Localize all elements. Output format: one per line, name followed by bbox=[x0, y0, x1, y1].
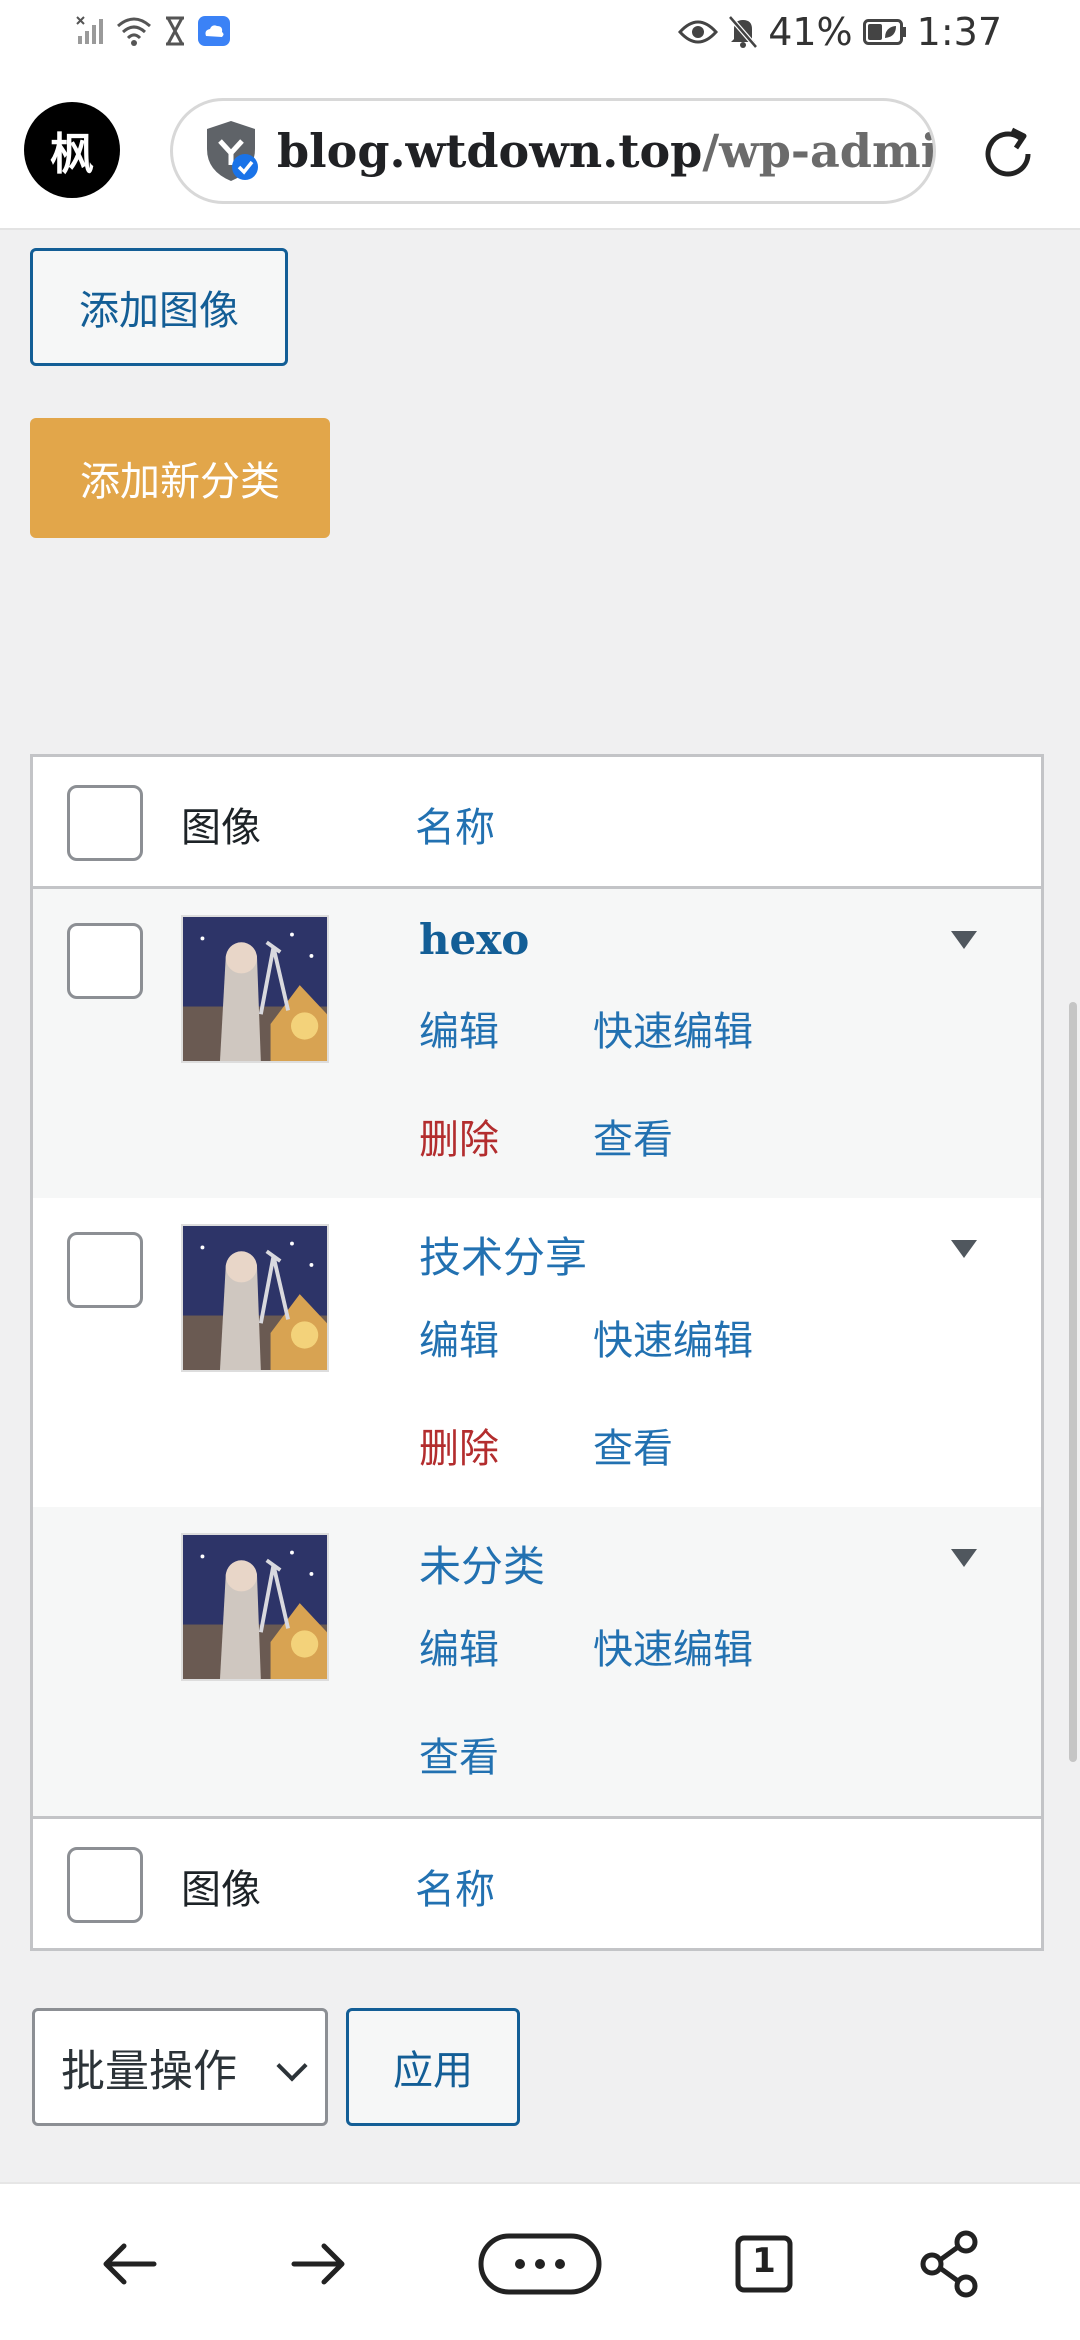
add-category-button[interactable]: 添加新分类 bbox=[30, 418, 330, 538]
url-host: blog.wtdown.top bbox=[277, 124, 703, 178]
hourglass-icon bbox=[166, 16, 184, 46]
column-footer-name[interactable]: 名称 bbox=[415, 1857, 495, 1915]
battery-saver-icon bbox=[862, 19, 906, 45]
url-text: blog.wtdown.top/wp-admin/ bbox=[277, 124, 933, 178]
delete-link[interactable]: 删除 bbox=[419, 1416, 499, 1474]
category-thumbnail bbox=[181, 1224, 329, 1372]
row-toggle-icon[interactable] bbox=[951, 1549, 977, 1567]
mute-bell-icon bbox=[728, 15, 759, 49]
page-content: 添加图像 添加新分类 图像 名称 hexo 编辑 快速编辑 删除 查看 技术分享… bbox=[0, 230, 1080, 2182]
forward-arrow-icon[interactable] bbox=[278, 2224, 358, 2304]
tab-count: 1 bbox=[752, 2241, 776, 2281]
eye-icon bbox=[678, 20, 719, 44]
reload-icon[interactable] bbox=[976, 122, 1040, 186]
column-footer-image: 图像 bbox=[181, 1867, 261, 1913]
browser-toolbar: 枫 blog.wtdown.top/wp-admin/ bbox=[0, 66, 1080, 230]
delete-link[interactable]: 删除 bbox=[419, 1107, 499, 1165]
site-logo[interactable]: 枫 bbox=[24, 102, 120, 198]
select-all-checkbox-footer[interactable] bbox=[67, 1847, 143, 1923]
address-bar[interactable]: blog.wtdown.top/wp-admin/ bbox=[170, 98, 936, 204]
edit-link[interactable]: 编辑 bbox=[419, 1617, 499, 1675]
view-link[interactable]: 查看 bbox=[593, 1107, 673, 1165]
status-icons-left bbox=[76, 16, 230, 46]
chevron-down-icon bbox=[276, 2050, 308, 2082]
view-link[interactable]: 查看 bbox=[419, 1725, 499, 1783]
row-toggle-icon[interactable] bbox=[951, 931, 977, 949]
quick-edit-link[interactable]: 快速编辑 bbox=[593, 999, 753, 1057]
clock: 1:37 bbox=[916, 10, 1002, 54]
table-header: 图像 名称 bbox=[33, 757, 1041, 889]
battery-percent: 41% bbox=[768, 10, 853, 54]
browser-bottom-nav: 1 bbox=[0, 2182, 1080, 2340]
quick-edit-link[interactable]: 快速编辑 bbox=[593, 1617, 753, 1675]
tabs-button[interactable]: 1 bbox=[724, 2224, 804, 2304]
table-row: 技术分享 编辑 快速编辑 删除 查看 bbox=[33, 1198, 1041, 1507]
row-toggle-icon[interactable] bbox=[951, 1240, 977, 1258]
category-name-link[interactable]: hexo bbox=[419, 915, 529, 964]
edit-link[interactable]: 编辑 bbox=[419, 999, 499, 1057]
row-checkbox[interactable] bbox=[67, 923, 143, 999]
category-name-link[interactable]: 技术分享 bbox=[419, 1224, 587, 1285]
column-header-image: 图像 bbox=[181, 805, 261, 851]
table-row: hexo 编辑 快速编辑 删除 查看 bbox=[33, 889, 1041, 1198]
status-bar: 41% 1:37 bbox=[0, 0, 1080, 66]
url-path: /wp-admin/ bbox=[702, 124, 933, 178]
back-arrow-icon[interactable] bbox=[90, 2224, 170, 2304]
share-icon[interactable] bbox=[910, 2224, 990, 2304]
more-menu-icon[interactable] bbox=[478, 2224, 602, 2304]
category-thumbnail bbox=[181, 915, 329, 1063]
status-icons-right: 41% 1:37 bbox=[678, 10, 1002, 54]
cloud-app-icon bbox=[198, 16, 230, 46]
signal-off-icon bbox=[76, 16, 103, 44]
column-header-name[interactable]: 名称 bbox=[415, 795, 495, 853]
table-footer: 图像 名称 bbox=[33, 1816, 1041, 1948]
category-table: 图像 名称 hexo 编辑 快速编辑 删除 查看 技术分享 编辑 快速编辑 删除… bbox=[30, 754, 1044, 1951]
add-image-button[interactable]: 添加图像 bbox=[30, 248, 288, 366]
page-scrollbar[interactable] bbox=[1069, 1002, 1077, 1762]
row-checkbox[interactable] bbox=[67, 1232, 143, 1308]
category-thumbnail bbox=[181, 1533, 329, 1681]
select-all-checkbox[interactable] bbox=[67, 785, 143, 861]
edit-link[interactable]: 编辑 bbox=[419, 1308, 499, 1366]
table-row: 未分类 编辑 快速编辑 查看 bbox=[33, 1507, 1041, 1816]
wifi-icon bbox=[117, 17, 151, 46]
shield-icon[interactable] bbox=[203, 119, 259, 183]
apply-button[interactable]: 应用 bbox=[346, 2008, 520, 2126]
bulk-action-select[interactable]: 批量操作 bbox=[32, 2008, 328, 2126]
bulk-action-value: 批量操作 bbox=[61, 2046, 237, 2097]
quick-edit-link[interactable]: 快速编辑 bbox=[593, 1308, 753, 1366]
view-link[interactable]: 查看 bbox=[593, 1416, 673, 1474]
category-name-link[interactable]: 未分类 bbox=[419, 1533, 545, 1594]
